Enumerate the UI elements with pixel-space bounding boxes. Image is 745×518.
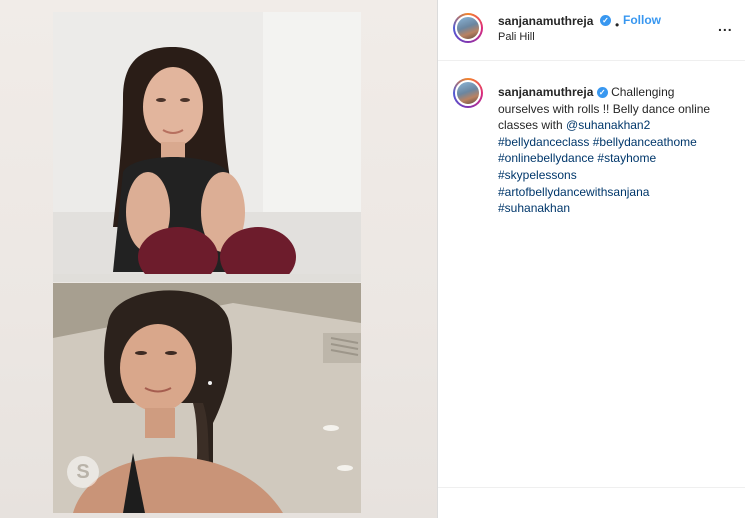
caption-text: sanjanamuthreja ✓ Challenging ourselves … <box>498 84 726 217</box>
hashtag-link[interactable]: #bellydanceclass <box>498 135 589 149</box>
separator-dot: • <box>615 18 620 32</box>
hashtag-link[interactable]: #skypelessons <box>498 168 577 182</box>
post-header: sanjanamuthreja ✓ • Follow Pali Hill ... <box>438 0 745 61</box>
skype-watermark-letter: S <box>76 461 90 483</box>
photo-bottom-image <box>53 283 361 513</box>
follow-button[interactable]: Follow <box>623 13 661 27</box>
caption-avatar-image <box>455 80 481 106</box>
hashtag-link[interactable]: #bellydanceathome <box>593 135 697 149</box>
hashtag-link[interactable]: #artofbellydancewithsanjana <box>498 185 649 199</box>
photo-bottom: S <box>53 283 361 513</box>
author-avatar[interactable] <box>453 13 483 43</box>
caption-username[interactable]: sanjanamuthreja <box>498 85 593 99</box>
photo-top <box>53 12 361 282</box>
caption-avatar[interactable] <box>453 78 483 108</box>
post-media[interactable]: S <box>0 0 437 518</box>
caption-verified-badge-icon: ✓ <box>596 87 608 98</box>
mention-link[interactable]: @suhanakhan2 <box>566 118 650 132</box>
hashtag-link[interactable]: #suhanakhan <box>498 201 570 215</box>
hashtag-link[interactable]: #stayhome <box>597 151 656 165</box>
author-username[interactable]: sanjanamuthreja <box>498 14 593 28</box>
hashtag-link[interactable]: #onlinebellydance <box>498 151 594 165</box>
avatar-image <box>455 15 481 41</box>
comment-divider <box>438 487 745 488</box>
instagram-post: S sanjanamuthreja ✓ • Follow Pali Hill .… <box>0 0 745 518</box>
post-sidebar: sanjanamuthreja ✓ • Follow Pali Hill ...… <box>438 0 745 518</box>
skype-watermark-icon: S <box>67 456 99 488</box>
location-link[interactable]: Pali Hill <box>498 31 535 43</box>
verified-badge-icon: ✓ <box>600 15 611 26</box>
photo-top-image <box>53 12 361 282</box>
more-options-icon[interactable]: ... <box>718 18 733 34</box>
